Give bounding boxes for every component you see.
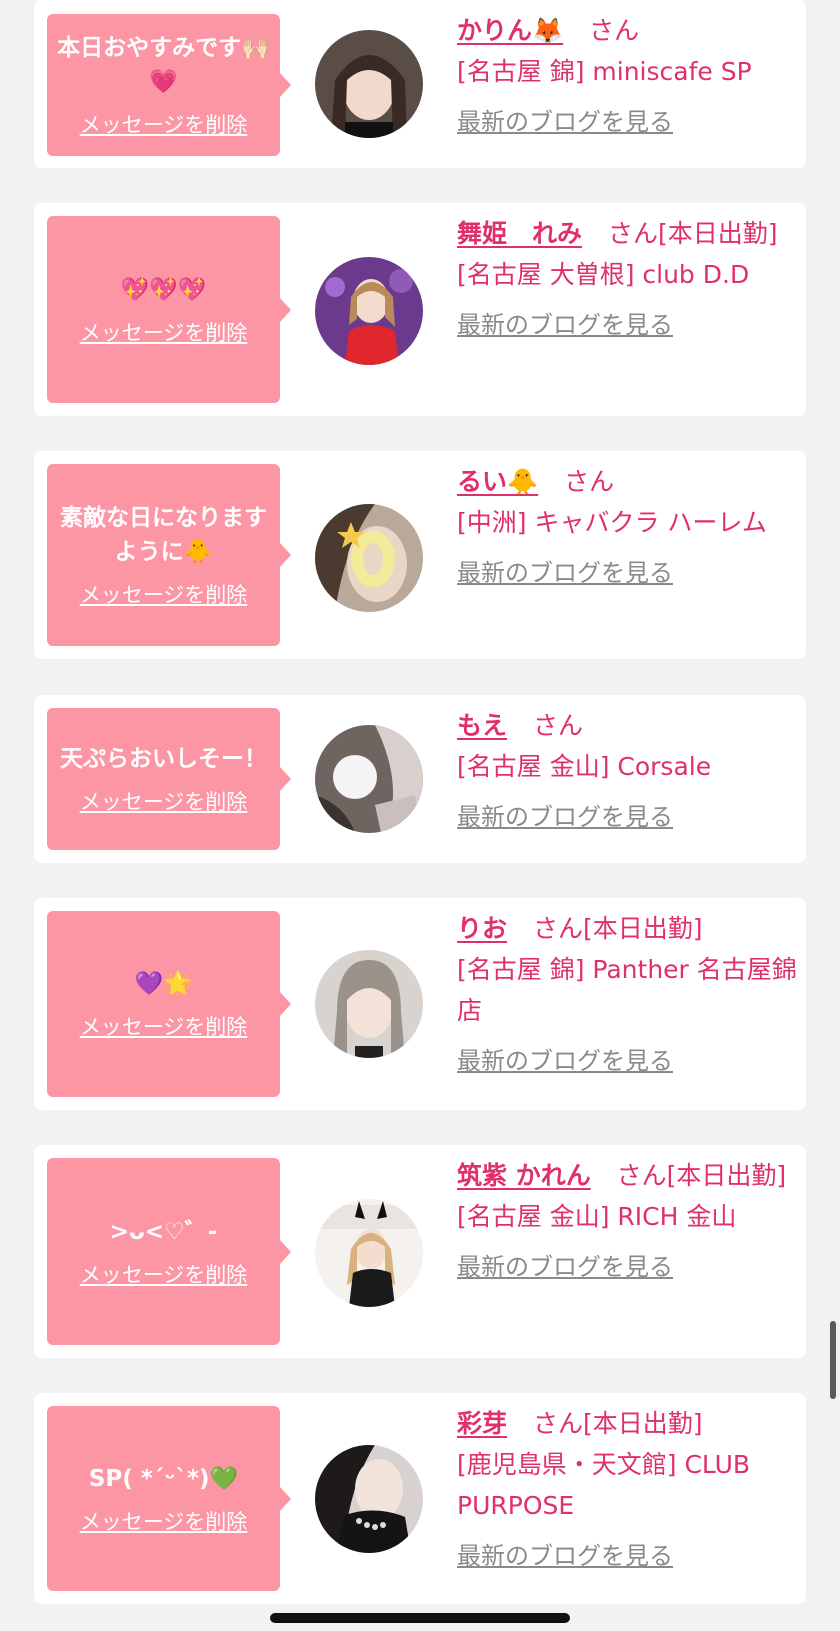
latest-blog-link[interactable]: 最新のブログを見る: [457, 1041, 797, 1082]
message-text: 本日おやすみです🙌🏻💗: [57, 35, 270, 95]
honorific: さん[本日出勤]: [616, 1161, 787, 1190]
cast-name-link[interactable]: かりん🦊: [457, 16, 563, 45]
message-card: 本日おやすみです🙌🏻💗 メッセージを削除 かりん🦊 さん [名古屋 錦] min…: [34, 0, 806, 168]
latest-blog-link[interactable]: 最新のブログを見る: [457, 797, 797, 838]
store-name: [名古屋 金山] Corsale: [457, 752, 712, 781]
message-bubble: 💖💖💖 メッセージを削除: [47, 216, 291, 403]
message-card: 💜🌟 メッセージを削除 りお さん[本日出勤] [名古屋 錦] Panther …: [34, 898, 806, 1110]
avatar[interactable]: [315, 1199, 423, 1307]
message-bubble: SP( *ˊᵕˋ*)💚 メッセージを削除: [47, 1406, 291, 1591]
message-bubble: 💜🌟 メッセージを削除: [47, 911, 291, 1097]
message-card: 素敵な日になりますように🐥 メッセージを削除 るい🐥 さん [中洲] キャバクラ…: [34, 451, 806, 659]
home-indicator[interactable]: [270, 1613, 570, 1623]
store-name: [中洲] キャバクラ ハーレム: [457, 508, 767, 537]
honorific: さん: [564, 467, 615, 496]
honorific: さん[本日出勤]: [532, 914, 703, 943]
message-text: SP( *ˊᵕˋ*)💚: [88, 1465, 239, 1492]
message-text: 💖💖💖: [120, 276, 207, 303]
cast-info: りお さん[本日出勤] [名古屋 錦] Panther 名古屋錦店 最新のブログ…: [457, 908, 797, 1082]
cast-info: もえ さん [名古屋 金山] Corsale 最新のブログを見る: [457, 705, 797, 838]
message-bubble: 本日おやすみです🙌🏻💗 メッセージを削除: [47, 14, 291, 156]
delete-message-link[interactable]: メッセージを削除: [80, 109, 248, 139]
honorific: さん[本日出勤]: [532, 1409, 703, 1438]
delete-message-link[interactable]: メッセージを削除: [80, 1259, 248, 1289]
cast-info: 筑紫 かれん さん[本日出勤] [名古屋 金山] RICH 金山 最新のブログを…: [457, 1155, 797, 1288]
cast-info: 彩芽 さん[本日出勤] [鹿児島県・天文館] CLUB PURPOSE 最新のブ…: [457, 1403, 797, 1577]
cast-name-link[interactable]: もえ: [457, 711, 507, 740]
delete-message-link[interactable]: メッセージを削除: [80, 1506, 248, 1536]
latest-blog-link[interactable]: 最新のブログを見る: [457, 553, 797, 594]
message-text: 素敵な日になりますように🐥: [60, 505, 267, 565]
honorific: さん: [532, 711, 583, 740]
cast-name-link[interactable]: 舞姫 れみ: [457, 219, 582, 248]
message-card: >ᴗ<♡゛- メッセージを削除 筑紫 かれん さん[本日出勤] [名古屋 金山]…: [34, 1145, 806, 1358]
avatar[interactable]: [315, 950, 423, 1058]
store-name: [名古屋 錦] miniscafe SP: [457, 57, 752, 86]
cast-info: るい🐥 さん [中洲] キャバクラ ハーレム 最新のブログを見る: [457, 461, 797, 594]
message-card: 天ぷらおいしそー！ メッセージを削除 もえ さん [名古屋 金山] Corsal…: [34, 695, 806, 863]
cast-info: 舞姫 れみ さん[本日出勤] [名古屋 大曽根] club D.D 最新のブログ…: [457, 213, 797, 346]
avatar[interactable]: [315, 257, 423, 365]
store-name: [名古屋 錦] Panther 名古屋錦店: [457, 955, 797, 1025]
cast-name-link[interactable]: るい🐥: [457, 467, 538, 496]
message-card: SP( *ˊᵕˋ*)💚 メッセージを削除 彩芽 さん[本日出勤] [鹿児島県・天…: [34, 1393, 806, 1604]
avatar[interactable]: [315, 725, 423, 833]
cast-name-link[interactable]: りお: [457, 914, 507, 943]
message-bubble: 素敵な日になりますように🐥 メッセージを削除: [47, 464, 291, 646]
message-text: >ᴗ<♡゛-: [109, 1218, 218, 1245]
honorific: さん[本日出勤]: [607, 219, 778, 248]
honorific: さん: [589, 16, 640, 45]
cast-name-link[interactable]: 彩芽: [457, 1409, 507, 1438]
store-name: [名古屋 金山] RICH 金山: [457, 1202, 737, 1231]
delete-message-link[interactable]: メッセージを削除: [80, 317, 248, 347]
latest-blog-link[interactable]: 最新のブログを見る: [457, 1536, 797, 1577]
message-text: 💜🌟: [134, 971, 193, 997]
latest-blog-link[interactable]: 最新のブログを見る: [457, 102, 797, 143]
avatar[interactable]: [315, 30, 423, 138]
delete-message-link[interactable]: メッセージを削除: [80, 1011, 248, 1041]
store-name: [鹿児島県・天文館] CLUB PURPOSE: [457, 1450, 751, 1520]
avatar[interactable]: [315, 504, 423, 612]
message-text: 天ぷらおいしそー！: [60, 746, 267, 772]
latest-blog-link[interactable]: 最新のブログを見る: [457, 1247, 797, 1288]
delete-message-link[interactable]: メッセージを削除: [80, 579, 248, 609]
scrollbar[interactable]: [830, 1321, 836, 1399]
message-bubble: >ᴗ<♡゛- メッセージを削除: [47, 1158, 291, 1345]
latest-blog-link[interactable]: 最新のブログを見る: [457, 305, 797, 346]
store-name: [名古屋 大曽根] club D.D: [457, 260, 750, 289]
message-card: 💖💖💖 メッセージを削除 舞姫 れみ さん[本日出勤] [名古屋 大曽根] cl…: [34, 203, 806, 416]
avatar[interactable]: [315, 1445, 423, 1553]
cast-info: かりん🦊 さん [名古屋 錦] miniscafe SP 最新のブログを見る: [457, 10, 797, 143]
cast-name-link[interactable]: 筑紫 かれん: [457, 1161, 591, 1190]
message-bubble: 天ぷらおいしそー！ メッセージを削除: [47, 708, 291, 850]
delete-message-link[interactable]: メッセージを削除: [80, 786, 248, 816]
